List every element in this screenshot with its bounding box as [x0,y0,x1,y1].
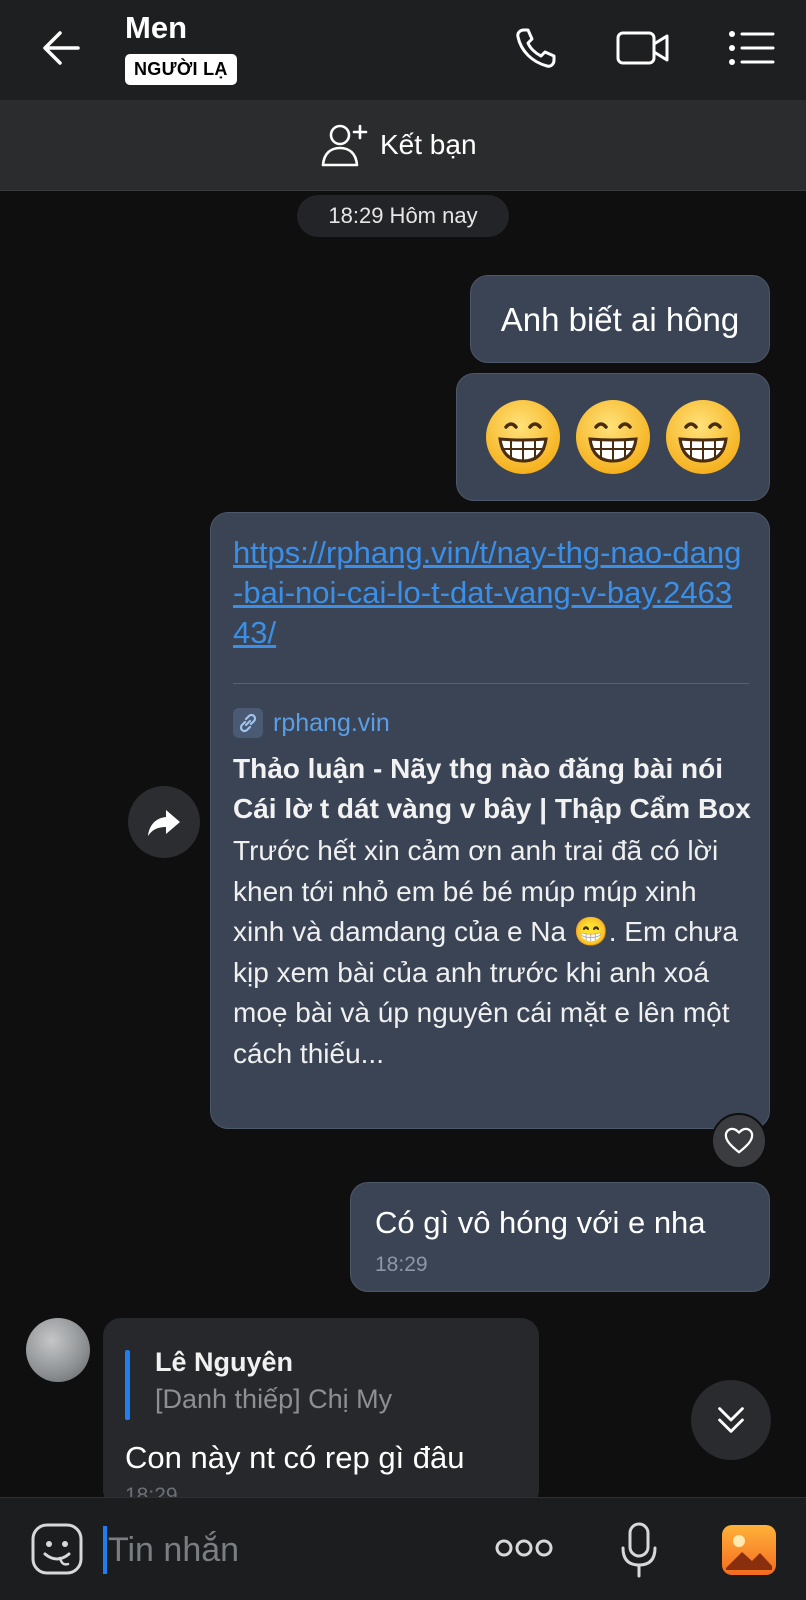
link-chain-icon [233,708,263,738]
menu-list-icon[interactable] [725,22,781,74]
share-forward-button[interactable] [128,786,200,858]
date-divider: 18:29 Hôm nay [297,195,509,237]
quote-sender: Lê Nguyên [155,1347,294,1377]
back-arrow-icon[interactable] [36,22,88,74]
microphone-icon[interactable] [615,1520,663,1580]
preview-title: Thảo luận - Nãy thg nào đăng bài nói Cái… [233,753,751,824]
message-text: Có gì vô hóng với e nha [375,1205,706,1240]
grinning-face-icon [666,400,740,474]
phone-icon[interactable] [510,22,566,74]
quoted-reply[interactable]: Lê Nguyên [Danh thiếp] Chị My [125,1344,517,1420]
react-heart-button[interactable] [711,1113,767,1169]
quote-text: [Danh thiếp] Chị My [155,1384,393,1414]
text-cursor [103,1526,107,1574]
chat-header: Men NGƯỜI LẠ [0,0,806,100]
message-input[interactable] [108,1520,458,1580]
stranger-badge: NGƯỜI LẠ [125,54,237,85]
grinning-face-icon [576,400,650,474]
video-camera-icon[interactable] [615,22,671,74]
preview-description: Trước hết xin cảm ơn anh trai đã có lời … [233,835,738,1069]
heart-icon [724,1127,754,1154]
double-chevron-down-icon [718,1407,744,1433]
emoji-message-bubble[interactable] [456,373,770,501]
chat-screen: Men NGƯỜI LẠ Kết bạn 18:29 Hôm nay Anh b… [0,0,806,1600]
add-friend-bar: Kết bạn [0,100,806,191]
more-options-icon[interactable] [492,1528,556,1568]
preview-divider [233,683,749,684]
link-message-bubble[interactable]: https://rphang.vin/t/nay-thg-nao-dang-ba… [210,512,770,1129]
message-bubble-outgoing[interactable]: Có gì vô hóng với e nha 18:29 [350,1182,770,1292]
sticker-icon[interactable] [30,1522,84,1576]
add-friend-button[interactable]: Kết bạn [320,120,477,170]
preview-domain: rphang.vin [273,708,390,737]
add-friend-label: Kết bạn [380,129,477,160]
quote-bar [125,1350,130,1420]
link-preview[interactable]: rphang.vin Thảo luận - Nãy thg nào đăng … [233,703,753,1074]
message-text: Con này nt có rep gì đâu [125,1440,465,1475]
message-link[interactable]: https://rphang.vin/t/nay-thg-nao-dang-ba… [233,533,745,653]
message-bubble-outgoing[interactable]: Anh biết ai hông [470,275,770,363]
message-time: 18:29 [375,1253,428,1276]
add-friend-icon [321,124,368,167]
avatar[interactable] [26,1318,90,1382]
contact-name[interactable]: Men [125,10,187,46]
scroll-to-bottom-button[interactable] [691,1380,771,1460]
image-gallery-icon[interactable] [720,1522,778,1578]
grinning-face-icon [486,400,560,474]
forward-arrow-icon [148,810,180,836]
message-bubble-incoming[interactable]: Lê Nguyên [Danh thiếp] Chị My Con này nt… [103,1318,539,1508]
message-composer [0,1497,806,1600]
